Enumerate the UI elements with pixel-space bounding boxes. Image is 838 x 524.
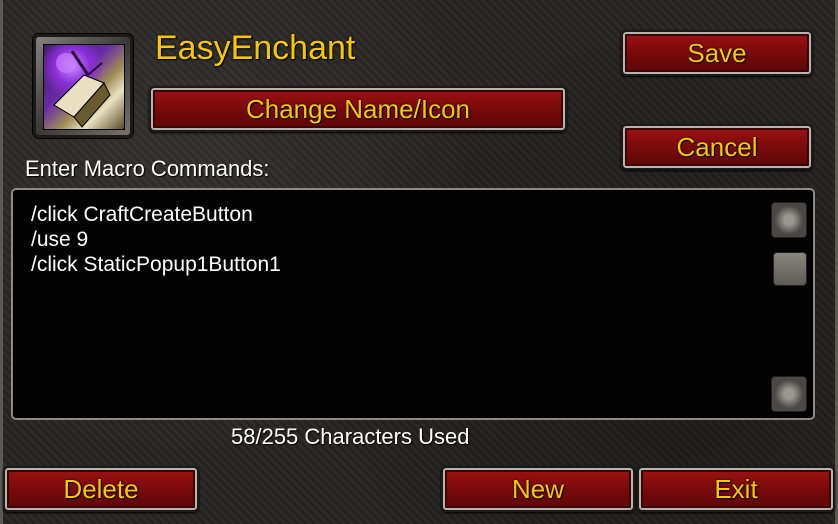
enchant-scroll-icon[interactable] <box>43 44 125 130</box>
macro-icon-frame[interactable] <box>33 34 133 138</box>
characters-used: 58/255 Characters Used <box>231 424 470 449</box>
macro-commands-label: Enter Macro Commands: <box>25 156 270 181</box>
delete-button[interactable]: Delete <box>3 466 199 512</box>
change-name-icon-button[interactable]: Change Name/Icon <box>149 86 567 132</box>
new-button[interactable]: New <box>441 466 635 512</box>
exit-button[interactable]: Exit <box>637 466 835 512</box>
scroll-down-button[interactable] <box>771 376 807 412</box>
cancel-button[interactable]: Cancel <box>621 124 813 170</box>
scroll-thumb[interactable] <box>773 252 807 286</box>
macro-editbox[interactable]: /click CraftCreateButton /use 9 /click S… <box>11 188 815 420</box>
save-button[interactable]: Save <box>621 30 813 76</box>
macro-window: EasyEnchant Change Name/Icon Save Cancel… <box>0 0 838 524</box>
scroll-up-button[interactable] <box>771 202 807 238</box>
macro-name: EasyEnchant <box>155 29 356 67</box>
macro-text[interactable]: /click CraftCreateButton /use 9 /click S… <box>31 202 281 277</box>
